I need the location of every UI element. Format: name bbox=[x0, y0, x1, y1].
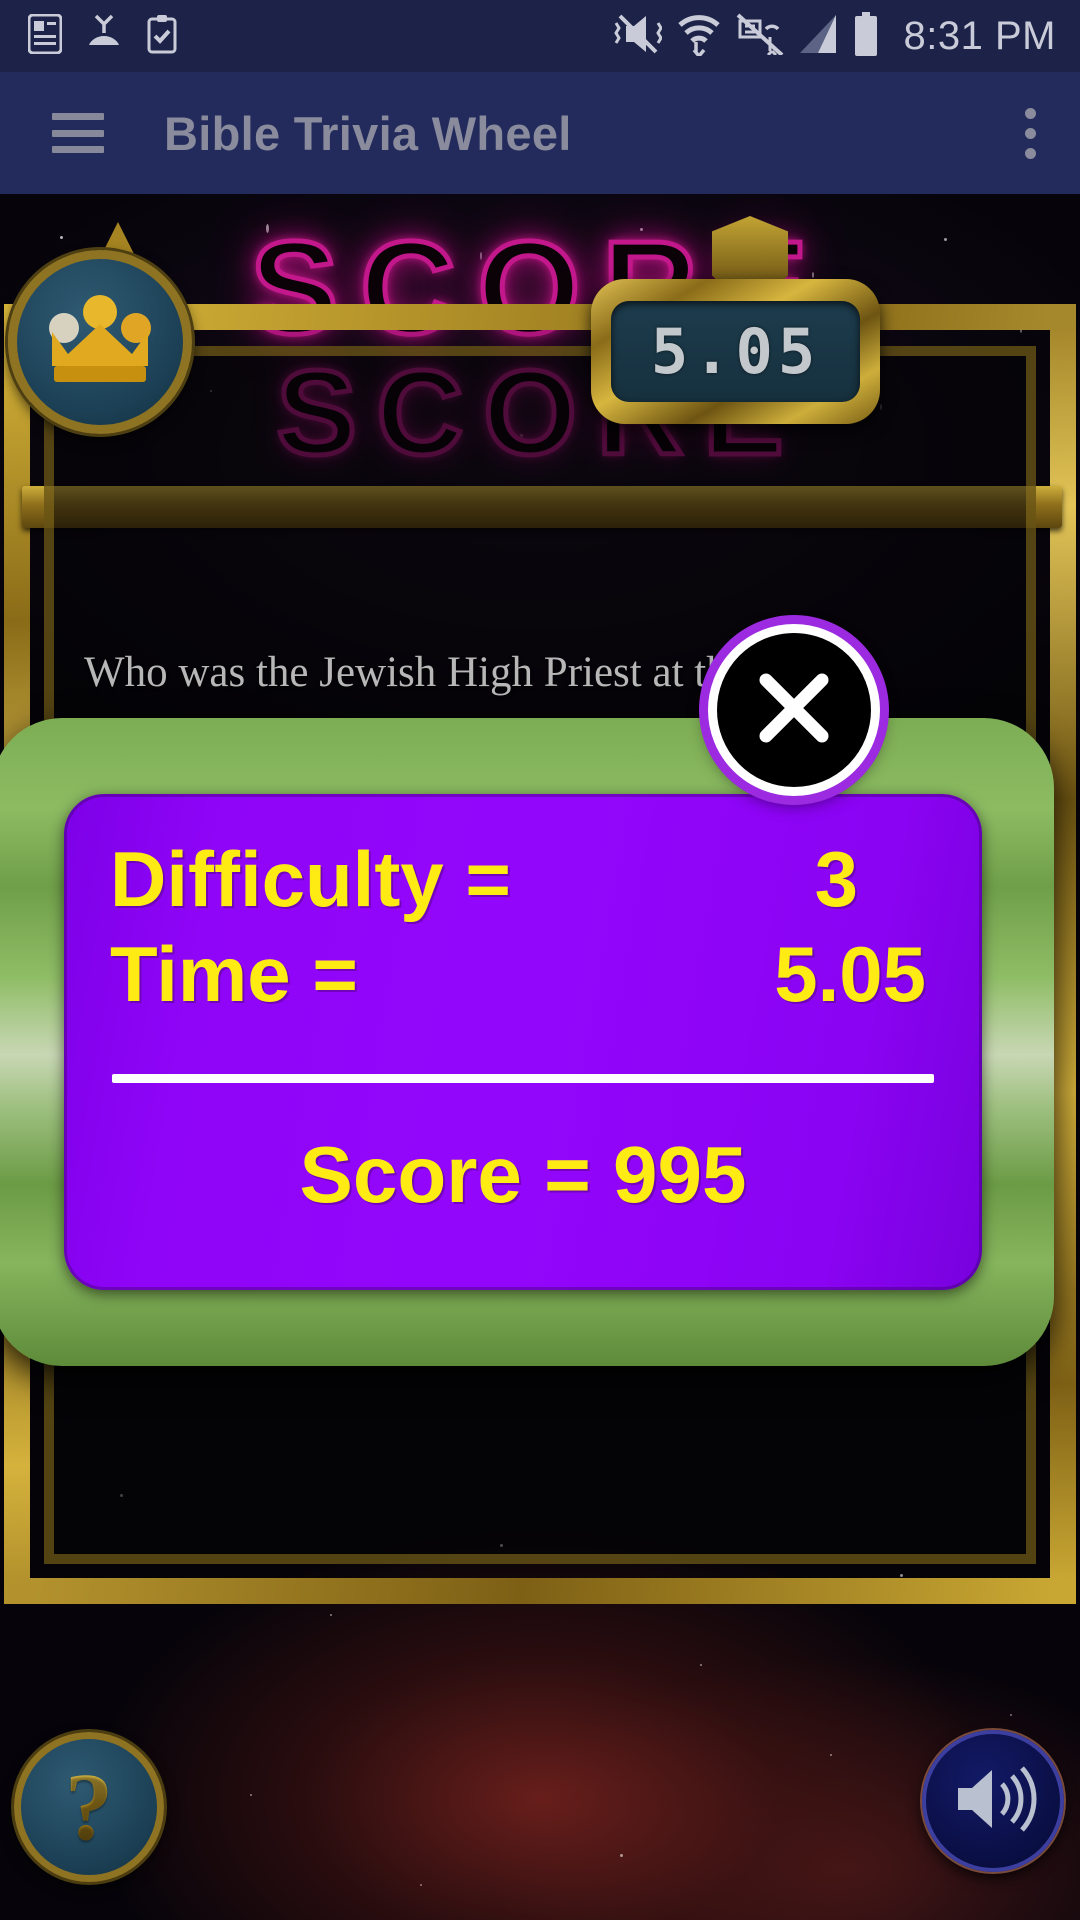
missed-call-icon bbox=[84, 14, 124, 59]
timer-lcd: 5.05 bbox=[611, 301, 860, 402]
vibrate-mute-icon bbox=[613, 13, 663, 60]
battery-icon bbox=[852, 11, 880, 61]
timer-value: 5.05 bbox=[650, 315, 821, 388]
timer-display: 5.05 bbox=[591, 279, 880, 424]
signal-bars-icon bbox=[798, 13, 838, 60]
app-bar: Bible Trivia Wheel bbox=[0, 72, 1080, 194]
mobile-data-off-icon bbox=[736, 13, 784, 60]
time-row: Time = 5.05 bbox=[110, 927, 936, 1022]
difficulty-row: Difficulty = 3 bbox=[110, 832, 936, 927]
speaker-volume-icon bbox=[948, 1760, 1038, 1843]
difficulty-value: 3 bbox=[814, 835, 858, 923]
clipboard-check-icon bbox=[146, 14, 178, 59]
status-bar: 8:31 PM bbox=[0, 0, 1080, 72]
score-result-dialog: Difficulty = 3 Time = 5.05 Score = 995 bbox=[0, 718, 1054, 1366]
question-mark-icon: ? bbox=[65, 1753, 113, 1860]
dialog-divider bbox=[112, 1074, 934, 1084]
time-label: Time = bbox=[110, 930, 358, 1019]
score-result-panel: Difficulty = 3 Time = 5.05 Score = 995 bbox=[64, 794, 982, 1290]
hamburger-menu-icon[interactable] bbox=[52, 113, 104, 153]
crown-badge[interactable] bbox=[8, 250, 192, 434]
time-value: 5.05 bbox=[774, 930, 926, 1019]
status-bar-clock: 8:31 PM bbox=[903, 13, 1056, 58]
wifi-data-icon bbox=[676, 12, 722, 61]
close-dialog-button[interactable] bbox=[708, 624, 880, 796]
page-title: Bible Trivia Wheel bbox=[164, 106, 572, 160]
contact-card-icon bbox=[27, 13, 63, 59]
help-button[interactable]: ? bbox=[14, 1732, 164, 1882]
status-bar-left-icons bbox=[0, 13, 178, 59]
overflow-menu-icon[interactable] bbox=[1025, 107, 1036, 159]
close-x-icon bbox=[750, 664, 838, 757]
difficulty-label: Difficulty = bbox=[110, 835, 511, 923]
status-bar-right-icons: 8:31 PM bbox=[613, 11, 1080, 61]
crown-icon bbox=[42, 292, 158, 393]
game-board: SCORE SCORE Who was the Jewish High Prie… bbox=[0, 194, 1080, 1920]
sound-button[interactable] bbox=[922, 1730, 1064, 1872]
score-total: Score = 995 bbox=[299, 1130, 747, 1220]
